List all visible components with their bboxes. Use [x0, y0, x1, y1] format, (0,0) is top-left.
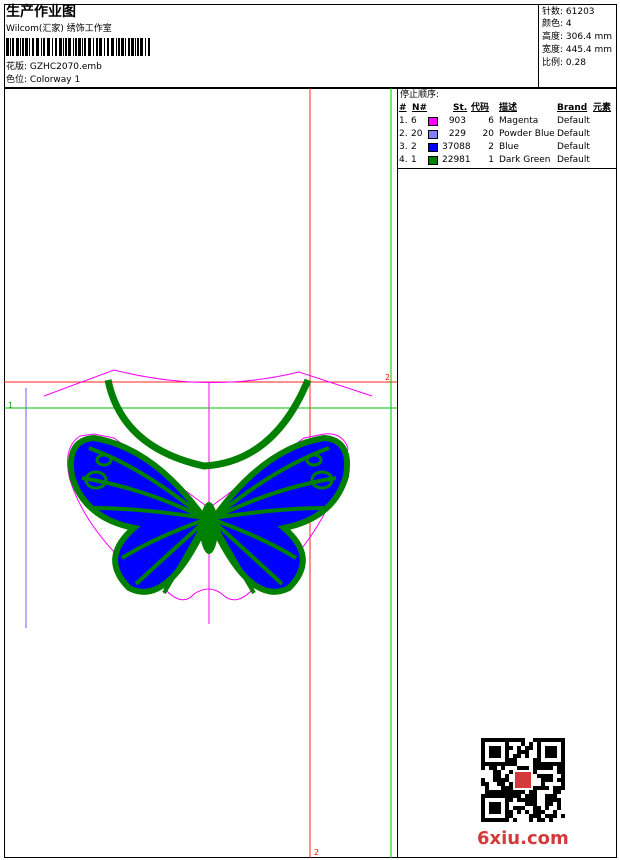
color-swatch — [428, 117, 438, 126]
table-row: 1. 6 903 6 Magenta Default — [398, 115, 617, 128]
qr-code — [481, 738, 565, 822]
col-brand: Brand — [557, 103, 588, 113]
guide-marker-2-top: 2 — [385, 373, 390, 382]
table-row: 2. 20 229 20 Powder Blue Default — [398, 128, 617, 141]
col-num: # — [399, 103, 407, 113]
row-num: 1. — [399, 116, 408, 126]
row-desc: Dark Green — [499, 155, 551, 165]
col-needle: N# — [412, 103, 428, 113]
guide-marker-2-bottom: 2 — [314, 848, 319, 857]
table-row: 4. 1 22981 1 Dark Green Default — [398, 154, 617, 167]
row-code: 20 — [482, 129, 494, 139]
row-code: 1 — [488, 155, 494, 165]
neckline-outline — [43, 369, 373, 397]
row-brand: Default — [557, 142, 590, 152]
design-name-line: 花版: GZHC2070.emb — [6, 62, 102, 73]
row-num: 2. — [399, 129, 408, 139]
stat-height: 高度: 306.4 mm — [542, 32, 613, 42]
row-needle: 2 — [411, 142, 417, 152]
row-stitches: 229 — [448, 129, 466, 139]
page-title: 生产作业图 — [6, 4, 76, 20]
col-stitches: St. — [453, 103, 468, 113]
row-needle: 1 — [411, 155, 417, 165]
color-swatch — [428, 143, 438, 152]
row-needle: 20 — [411, 129, 423, 139]
embroidery-design: 1 2 2 — [4, 88, 397, 858]
colorway-line: 色位: Colorway 1 — [6, 75, 80, 86]
stat-colors: 颜色: 4 — [542, 19, 572, 29]
butterfly-body — [200, 502, 218, 554]
row-brand: Default — [557, 129, 590, 139]
color-swatch — [428, 156, 438, 165]
row-desc: Blue — [499, 142, 519, 152]
color-swatch — [428, 130, 438, 139]
row-desc: Magenta — [499, 116, 539, 126]
row-needle: 6 — [411, 116, 417, 126]
design-file-name: GZHC2070.emb — [29, 62, 102, 72]
col-desc: 描述 — [499, 103, 518, 113]
table-divider — [398, 168, 617, 169]
watermark-logo: 6xiu.com — [477, 828, 569, 849]
guide-marker-1: 1 — [8, 401, 13, 410]
col-element: 元素 — [593, 103, 612, 113]
table-row: 3. 2 37088 2 Blue Default — [398, 141, 617, 154]
design-label: 花版: — [6, 62, 28, 72]
stat-width: 宽度: 445.4 mm — [542, 45, 613, 55]
row-num: 3. — [399, 142, 408, 152]
colorway-label: 色位: — [6, 75, 28, 85]
row-stitches: 37088 — [442, 142, 471, 152]
stat-scale: 比例: 0.28 — [542, 58, 586, 68]
studio-name: Wilcom(汇家) 绣饰工作室 — [6, 24, 112, 34]
row-brand: Default — [557, 116, 590, 126]
row-brand: Default — [557, 155, 590, 165]
row-code: 2 — [488, 142, 494, 152]
stat-stitches: 针数: 61203 — [542, 7, 595, 17]
row-stitches: 903 — [448, 116, 466, 126]
row-num: 4. — [399, 155, 408, 165]
row-code: 6 — [488, 116, 494, 126]
row-desc: Powder Blue — [499, 129, 555, 139]
col-code: 代码 — [471, 103, 490, 113]
stop-sequence-heading: 停止顺序: — [400, 90, 440, 100]
barcode — [6, 38, 150, 56]
colorway-name: Colorway 1 — [29, 75, 81, 85]
row-stitches: 22981 — [442, 155, 471, 165]
